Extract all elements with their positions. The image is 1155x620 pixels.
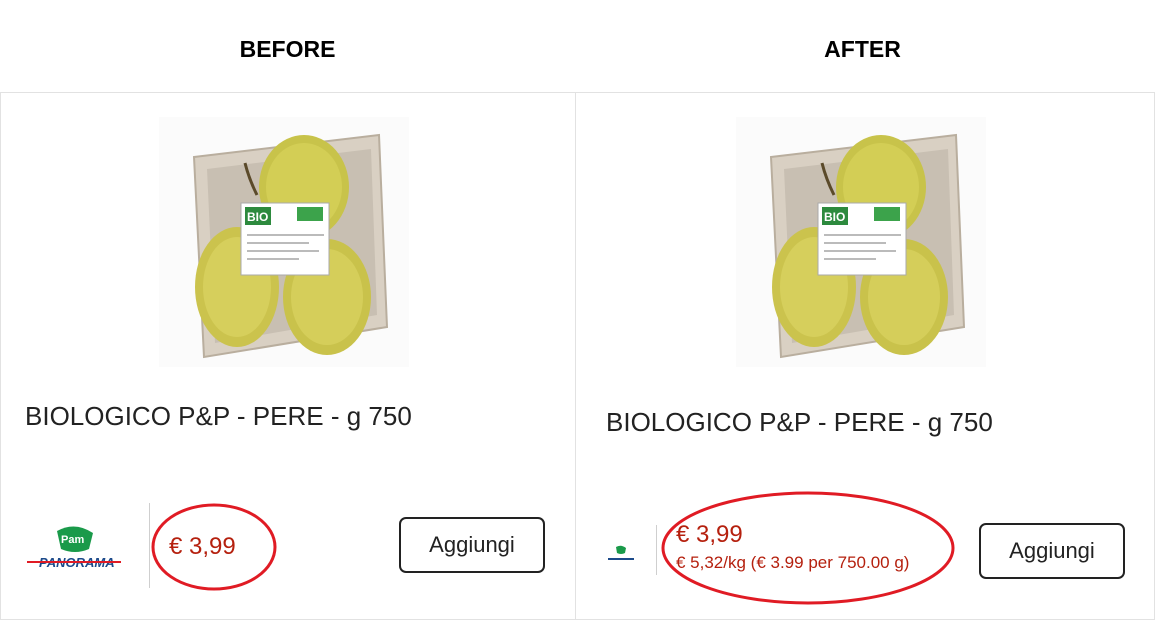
price: € 3,99 bbox=[676, 521, 743, 548]
bio-badge-text: BIO bbox=[824, 210, 845, 224]
product-image[interactable]: BIO bbox=[159, 117, 409, 367]
bio-badge-text: BIO bbox=[247, 210, 268, 224]
add-to-cart-button[interactable]: Aggiungi bbox=[979, 523, 1125, 579]
divider bbox=[656, 525, 657, 575]
product-title[interactable]: BIOLOGICO P&P - PERE - g 750 bbox=[606, 407, 993, 438]
unit-price: € 5,32/kg (€ 3.99 per 750.00 g) bbox=[676, 553, 910, 572]
before-heading: BEFORE bbox=[239, 36, 336, 62]
divider bbox=[149, 503, 150, 588]
price: € 3,99 bbox=[169, 533, 236, 560]
product-image[interactable]: BIO bbox=[736, 117, 986, 367]
product-card-before: BIO BIOLOGICO P&P - PERE - g 750 Pam PAN… bbox=[0, 92, 576, 620]
after-heading: AFTER bbox=[824, 36, 901, 62]
store-logo bbox=[608, 545, 634, 560]
product-title[interactable]: BIOLOGICO P&P - PERE - g 750 bbox=[25, 401, 412, 432]
store-logo: Pam PANORAMA bbox=[27, 526, 121, 570]
pam-logo-text: Pam bbox=[61, 534, 84, 546]
add-to-cart-button[interactable]: Aggiungi bbox=[399, 517, 545, 573]
product-card-after: BIO BIOLOGICO P&P - PERE - g 750 € 3,99 … bbox=[575, 92, 1155, 620]
